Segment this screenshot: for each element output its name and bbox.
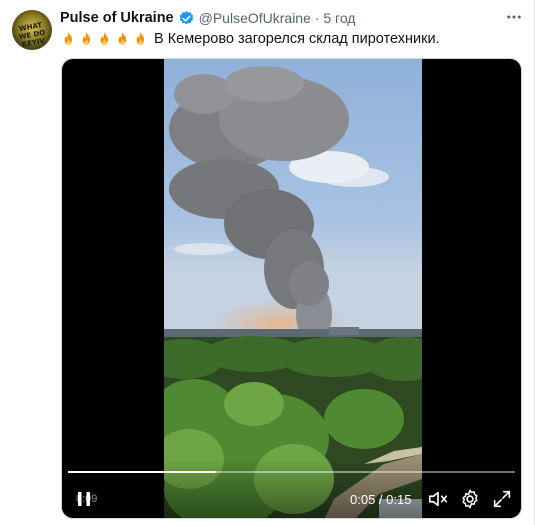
fire-emoji-icon — [96, 31, 113, 48]
settings-gear-icon[interactable] — [459, 488, 481, 510]
elapsed-label: 0:09 — [76, 493, 98, 505]
more-options-icon[interactable] — [503, 6, 525, 28]
progress-bar[interactable] — [68, 471, 515, 473]
avatar-text: WHAT WE DO KEYIV — [18, 21, 46, 49]
tweet-text: В Кемерово загорелся склад пиротехники. — [60, 29, 440, 49]
current-time: 0:05 — [350, 492, 376, 507]
fire-emoji-icon — [60, 31, 77, 48]
verified-badge-icon — [179, 10, 193, 24]
author-handle[interactable]: @PulseOfUkraine — [199, 10, 311, 26]
video-frame[interactable] — [164, 59, 422, 519]
fire-emoji-icon — [78, 31, 95, 48]
author-name[interactable]: Pulse of Ukraine — [60, 10, 174, 26]
tweet-body: В Кемерово загорелся склад пиротехники. — [154, 31, 440, 47]
fire-emoji-group — [60, 31, 150, 48]
controls-overlay — [62, 458, 521, 518]
progress-fill — [68, 471, 216, 473]
video-player[interactable]: 0:09 0:05 / 0:15 — [61, 58, 522, 519]
avatar[interactable]: WHAT WE DO KEYIV — [12, 10, 52, 50]
fire-emoji-icon — [132, 31, 149, 48]
duration: 0:15 — [386, 492, 412, 507]
tweet-header: Pulse of Ukraine @PulseOfUkraine · 5 год — [60, 9, 355, 27]
separator-dot: · — [310, 10, 324, 26]
fire-emoji-icon — [114, 31, 131, 48]
time-separator: / — [375, 492, 387, 507]
fullscreen-icon[interactable] — [491, 488, 513, 510]
timestamp[interactable]: 5 год — [323, 10, 355, 26]
video-timecode: 0:05 / 0:15 — [350, 492, 411, 507]
mute-icon[interactable] — [427, 488, 449, 510]
